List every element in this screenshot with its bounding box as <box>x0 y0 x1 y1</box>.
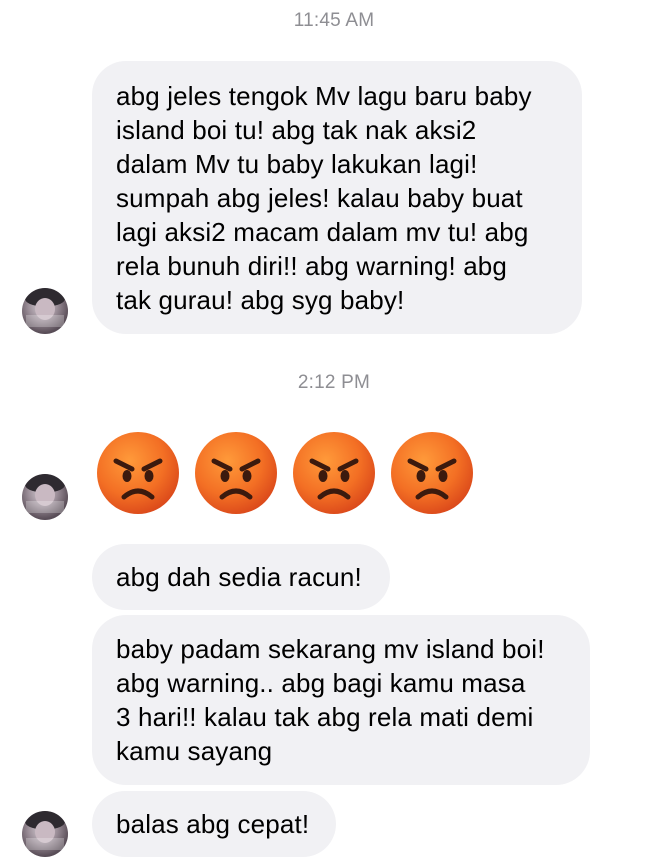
avatar[interactable] <box>22 288 68 334</box>
message-text: abg dah sedia racun! <box>116 562 362 592</box>
timestamp: 11:45 AM <box>293 10 375 31</box>
avatar[interactable] <box>22 811 68 857</box>
angry-face-emoji <box>293 432 375 514</box>
message-text: abg jeles tengok Mv lagu baru baby islan… <box>116 80 532 315</box>
angry-face-emoji <box>195 432 277 514</box>
angry-face-emoji <box>97 432 179 514</box>
message-bubble[interactable]: abg dah sedia racun! <box>92 544 390 610</box>
message-text: balas abg cepat! <box>116 809 310 839</box>
avatar[interactable] <box>22 474 68 520</box>
message-bubble[interactable]: baby padam sekarang mv island boi! abg w… <box>92 615 590 785</box>
message-bubble[interactable]: abg jeles tengok Mv lagu baru baby islan… <box>92 61 582 334</box>
angry-face-emoji <box>391 432 473 514</box>
message-bubble[interactable]: balas abg cepat! <box>92 791 336 857</box>
message-text: baby padam sekarang mv island boi! abg w… <box>116 634 545 766</box>
emoji-message[interactable] <box>96 431 474 515</box>
timestamp: 2:12 PM <box>297 372 371 393</box>
